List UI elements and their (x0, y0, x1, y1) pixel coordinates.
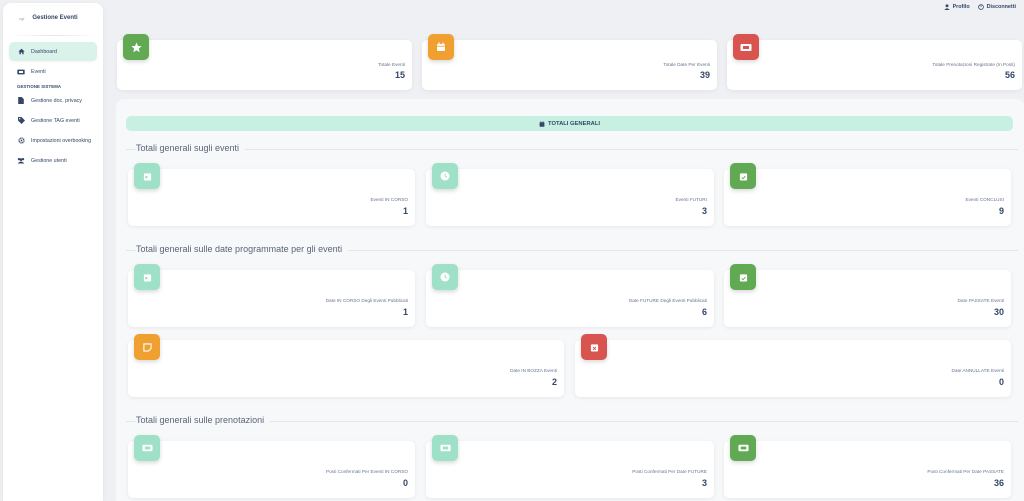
profile-link[interactable]: Profilo (943, 4, 970, 10)
stat-value: 39 (699, 70, 710, 80)
home-icon (17, 48, 25, 56)
calendar-icon (539, 120, 545, 127)
calendar-x-icon (581, 334, 607, 360)
calendar-day-icon (134, 163, 160, 189)
stat-value: 30 (993, 307, 1004, 317)
stat-label: Posti Confermati Per Date FUTURE (632, 469, 707, 474)
stat-label: Date FUTURE Degli Eventi Pubblicati (628, 298, 707, 303)
calendar-day-icon (134, 264, 160, 290)
stat-label: Date ANNULLATE Eventi (951, 368, 1004, 373)
clock-icon (432, 163, 458, 189)
stat-label: Date PASSATE Eventi (957, 298, 1004, 303)
calendar-icon (428, 34, 454, 60)
document-icon (17, 97, 25, 105)
stat-label: Posti Confermati Per Eventi IN CORSO (325, 469, 408, 474)
stat-label: Date IN CORSO Degli Eventi Pubblicati (325, 298, 408, 303)
stat-card-totale-date: Totale Date Per Eventi 39 (422, 34, 717, 90)
clock-icon (432, 264, 458, 290)
stat-label: Totale Prenotazioni Registrate (In Posti… (932, 62, 1015, 67)
logout-link[interactable]: Disconnetti (977, 4, 1016, 10)
main-panel: TOTALI GENERALI Totali generali sugli ev… (116, 99, 1024, 501)
user-icon (943, 4, 950, 10)
totali-generali-label: TOTALI GENERALI (548, 120, 600, 127)
ticket-icon (17, 68, 25, 76)
logout-label: Disconnetti (986, 4, 1016, 10)
ticket-icon (134, 435, 160, 461)
sidebar-item-label: Gestione doc. privacy (31, 97, 82, 104)
stat-value: 1 (402, 206, 408, 216)
stat-card-date-future: Date FUTURE Degli Eventi Pubblicati 6 (426, 264, 714, 327)
stat-card-posti-future: Posti Confermati Per Date FUTURE 3 (426, 435, 714, 498)
ticket-icon (733, 34, 759, 60)
calendar-check-icon (730, 264, 756, 290)
stat-label: Eventi FUTURI (675, 197, 707, 202)
power-icon (977, 4, 984, 10)
sidebar-divider (9, 35, 97, 36)
calendar-check-icon (730, 163, 756, 189)
ticket-icon (730, 435, 756, 461)
sidebar-item-label: Gestione TAG eventi (31, 117, 80, 124)
stat-value: 3 (701, 478, 707, 488)
section-title-prenotazioni: Totali generali sulle prenotazioni (136, 415, 271, 425)
stat-card-date-in-corso: Date IN CORSO Degli Eventi Pubblicati 1 (128, 264, 415, 327)
stat-card-date-in-bozza: Date IN BOZZA Eventi 2 (128, 334, 564, 397)
totali-generali-button[interactable]: TOTALI GENERALI (126, 116, 1013, 131)
stat-value: 0 (402, 478, 408, 488)
stat-value: 6 (701, 307, 707, 317)
stat-label: Posti Confermati Per Date PASSATE (927, 469, 1004, 474)
sidebar-item-label: Dashboard (31, 48, 57, 55)
brand-logo: cgt (19, 15, 25, 21)
stat-value: 15 (394, 70, 405, 80)
stat-label: Totale Eventi (378, 62, 405, 67)
sidebar-item-dashboard[interactable]: Dashboard (9, 42, 97, 61)
stat-label: Totale Date Per Eventi (663, 62, 710, 67)
sidebar-item-eventi[interactable]: Eventi (9, 62, 97, 81)
stat-card-eventi-futuri: Eventi FUTURI 3 (426, 163, 714, 226)
stat-card-totale-prenotazioni: Totale Prenotazioni Registrate (In Posti… (727, 34, 1022, 90)
sidebar-item-tag[interactable]: Gestione TAG eventi (9, 111, 97, 130)
sidebar-section-label: GESTIONE SISTEMA (17, 84, 62, 89)
sidebar-item-privacy[interactable]: Gestione doc. privacy (9, 91, 97, 110)
gear-icon (17, 137, 25, 145)
sticky-note-icon (134, 334, 160, 360)
section-divider (126, 149, 1018, 150)
stat-value: 2 (551, 377, 557, 387)
stat-value: 3 (701, 206, 707, 216)
tag-icon (17, 117, 25, 125)
stat-value: 9 (998, 206, 1004, 216)
stat-card-posti-passate: Posti Confermati Per Date PASSATE 36 (724, 435, 1011, 498)
sidebar-item-utenti[interactable]: Gestione utenti (9, 151, 97, 170)
brand[interactable]: cgt Gestione Eventi (3, 4, 103, 32)
sidebar-item-label: Impostazioni overbooking (31, 137, 92, 144)
section-title-eventi: Totali generali sugli eventi (136, 143, 246, 153)
star-icon (123, 34, 149, 60)
stat-card-posti-in-corso: Posti Confermati Per Eventi IN CORSO 0 (128, 435, 415, 498)
stat-card-eventi-in-corso: Eventi IN CORSO 1 (128, 163, 415, 226)
brand-name: Gestione Eventi (32, 15, 78, 21)
ticket-icon (432, 435, 458, 461)
stat-card-eventi-conclusi: Eventi CONCLUSI 9 (724, 163, 1011, 226)
users-icon (17, 157, 25, 165)
stat-label: Date IN BOZZA Eventi (510, 368, 557, 373)
stat-label: Eventi CONCLUSI (965, 197, 1004, 202)
sidebar-item-label: Eventi (31, 68, 46, 75)
stat-card-date-annullate: Date ANNULLATE Eventi 0 (575, 334, 1011, 397)
stat-card-totale-eventi: Totale Eventi 15 (117, 34, 412, 90)
stat-value: 1 (402, 307, 408, 317)
sidebar-item-overbooking[interactable]: Impostazioni overbooking (9, 131, 97, 150)
stat-label: Eventi IN CORSO (370, 197, 408, 202)
sidebar-item-label: Gestione utenti (31, 157, 67, 164)
stat-value: 36 (993, 478, 1004, 488)
sidebar: cgt Gestione Eventi Dashboard Eventi GES… (3, 3, 103, 501)
section-title-date: Totali generali sulle date programmate p… (136, 244, 349, 254)
topbar: Profilo Disconnetti (943, 4, 1016, 10)
stat-value: 56 (1004, 70, 1015, 80)
stat-value: 0 (998, 377, 1004, 387)
stat-card-date-passate: Date PASSATE Eventi 30 (724, 264, 1011, 327)
profile-label: Profilo (952, 4, 970, 10)
